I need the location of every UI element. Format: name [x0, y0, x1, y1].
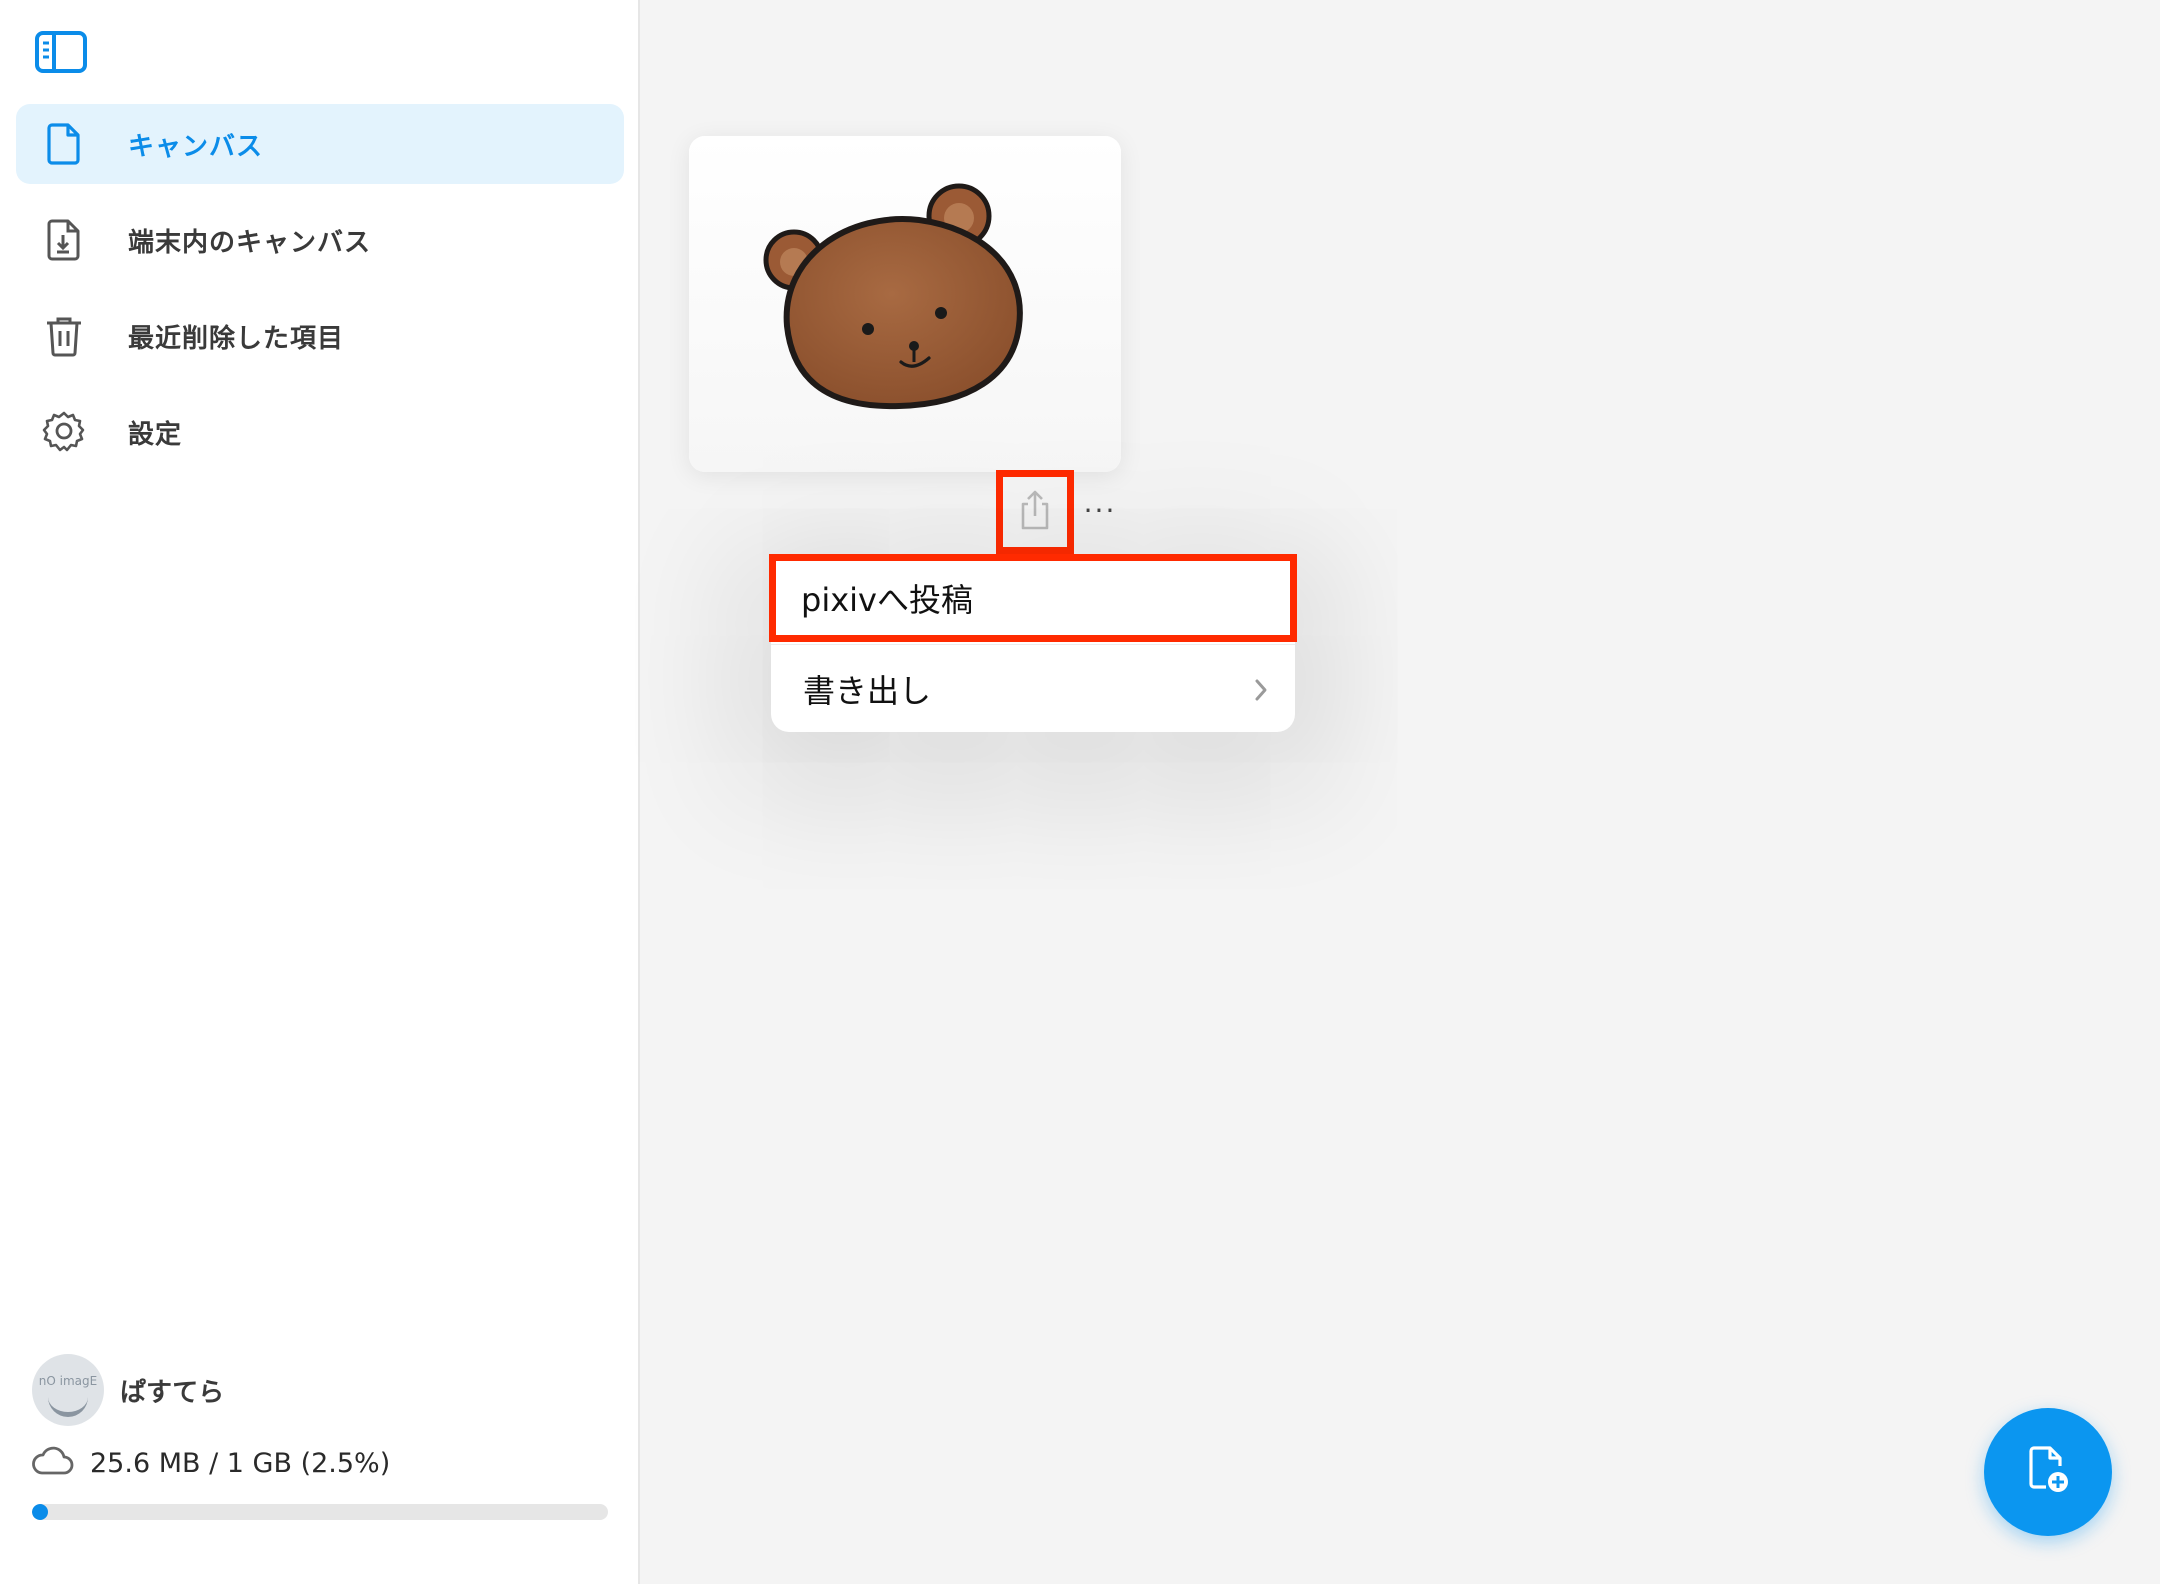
cloud-icon	[30, 1446, 74, 1480]
new-canvas-button[interactable]	[1984, 1408, 2112, 1536]
avatar: nO imagE	[32, 1354, 104, 1426]
share-icon	[1017, 488, 1053, 536]
more-options-button[interactable]: ···	[1078, 494, 1122, 528]
bear-drawing-image	[689, 136, 1121, 472]
chevron-right-icon	[1253, 673, 1269, 711]
sidebar-item-device-canvas[interactable]: 端末内のキャンバス	[16, 200, 624, 280]
document-download-icon	[40, 216, 88, 264]
sidebar-item-label: キャンバス	[128, 131, 264, 162]
share-context-menu: pixivへ投稿 書き出し	[769, 554, 1297, 732]
username: ぱすてら	[120, 1377, 225, 1408]
sidebar-item-label: 設定	[128, 419, 183, 450]
user-profile[interactable]: nO imagE ぱすてら	[32, 1354, 224, 1426]
card-actions: ···	[996, 470, 1122, 554]
storage-progress-fill	[32, 1504, 48, 1520]
menu-item-label: 書き出し	[803, 671, 932, 710]
canvas-thumbnail-card[interactable]	[689, 136, 1121, 472]
trash-icon	[40, 312, 88, 360]
avatar-smile	[48, 1392, 88, 1417]
sidebar-item-label: 端末内のキャンバス	[128, 227, 372, 258]
share-button[interactable]	[996, 470, 1074, 554]
storage-text: 25.6 MB / 1 GB (2.5%)	[90, 1447, 391, 1479]
sidebar-item-canvas[interactable]: キャンバス	[16, 104, 624, 184]
storage-progress-bar	[32, 1504, 608, 1520]
sidebar: キャンバス 端末内のキャンバス 最近削除した項目 設定 nO imagE ぱすて…	[0, 0, 640, 1584]
avatar-placeholder-text: nO imagE	[38, 1374, 98, 1388]
sidebar-item-settings[interactable]: 設定	[16, 392, 624, 472]
sidebar-item-recently-deleted[interactable]: 最近削除した項目	[16, 296, 624, 376]
storage-usage: 25.6 MB / 1 GB (2.5%)	[30, 1446, 390, 1480]
sidebar-toggle-icon[interactable]	[34, 30, 88, 76]
menu-item-post-to-pixiv[interactable]: pixivへ投稿	[769, 554, 1297, 642]
gear-icon	[40, 408, 88, 456]
menu-item-label: pixivへ投稿	[801, 581, 973, 619]
document-icon	[40, 120, 88, 168]
new-document-icon	[2024, 1444, 2072, 1500]
sidebar-item-label: 最近削除した項目	[128, 323, 345, 354]
menu-item-export[interactable]: 書き出し	[771, 644, 1295, 732]
